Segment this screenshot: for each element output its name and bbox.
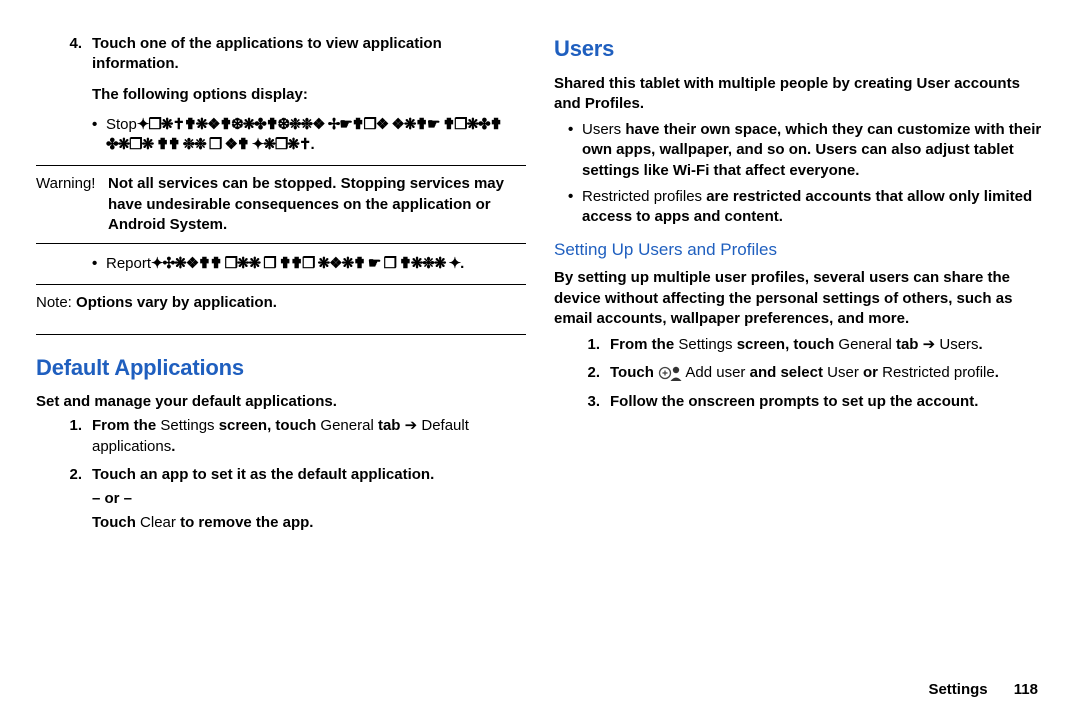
report-label: Report (106, 255, 151, 272)
body-text: Users (582, 121, 621, 138)
body-text: Touch (92, 514, 140, 531)
body-text: From the (610, 336, 678, 353)
left-column: 4. Touch one of the applications to view… (36, 34, 526, 700)
warning-label: Warning! (36, 174, 108, 235)
footer-page-number: 118 (1014, 681, 1038, 698)
garbled-text: ✦✣❋❖✟✟ ❒❋❋ ❒ ✟✟❒ ❋❖❋✟ ☛ ❒ ✟❋❉❋ ✦. (151, 255, 463, 272)
body-text: User (827, 364, 859, 381)
two-column-layout: 4. Touch one of the applications to view… (36, 34, 1044, 700)
bullet-icon: • (568, 120, 582, 181)
section-intro: Shared this tablet with multiple people … (554, 74, 1044, 115)
warning-body: Not all services can be stopped. Stoppin… (108, 174, 526, 235)
section-intro: By setting up multiple user profiles, se… (554, 268, 1044, 329)
body-text: Restricted profiles (582, 188, 702, 205)
list-number: 4. (56, 34, 92, 105)
page-footer: Settings 118 (928, 681, 1038, 698)
body-text: Settings (160, 417, 214, 434)
list-item: 1. From the Settings screen, touch Gener… (574, 335, 1044, 355)
list-number: 1. (574, 335, 610, 355)
body-text: have their own space, which they can cus… (582, 121, 1041, 179)
body-text: Add user (685, 364, 745, 381)
body-text: Follow the onscreen prompts to set up th… (610, 393, 978, 410)
section-intro: Set and manage your default applications… (36, 392, 526, 412)
note-line: Note: Options vary by application. (36, 293, 526, 313)
list-number: 2. (56, 465, 92, 534)
bullet-item: • Report✦✣❋❖✟✟ ❒❋❋ ❒ ✟✟❒ ❋❖❋✟ ☛ ❒ ✟❋❉❋ ✦… (36, 254, 526, 274)
bullet-icon: • (92, 115, 106, 156)
body-text: Restricted profile (882, 364, 995, 381)
body-text: screen, touch (733, 336, 839, 353)
bullet-item: • Restricted profiles are restricted acc… (554, 187, 1044, 228)
body-text: Settings (678, 336, 732, 353)
bullet-icon: • (568, 187, 582, 228)
right-column: Users Shared this tablet with multiple p… (554, 34, 1044, 700)
body-text: Touch one of the applications to view ap… (92, 35, 442, 72)
heading-default-applications: Default Applications (36, 353, 526, 383)
garbled-text: ✦❒❋✝✟❋❖✟❆❋✤✟❆❉❉❖ ✢☛✟❒❖ ❖❋✟☛ ✟❒❋✤✟ ✤❋❒❋ ✟… (106, 116, 501, 153)
bullet-icon: • (92, 254, 106, 274)
list-item: 4. Touch one of the applications to view… (56, 34, 526, 105)
divider (36, 334, 526, 335)
divider (36, 284, 526, 285)
body-text: General (320, 417, 373, 434)
list-number: 2. (574, 363, 610, 383)
footer-section: Settings (928, 681, 987, 698)
body-text: or (859, 364, 882, 381)
note-body: Options vary by application. (76, 294, 277, 311)
body-text: The following options display: (92, 85, 526, 105)
add-user-icon (658, 364, 682, 380)
list-number: 3. (574, 392, 610, 412)
heading-users: Users (554, 34, 1044, 64)
stop-label: Stop (106, 116, 137, 133)
note-label: Note: (36, 294, 72, 311)
body-text: to remove the app. (176, 514, 314, 531)
body-text: tab (374, 417, 401, 434)
body-text: Touch (610, 364, 658, 381)
divider (36, 243, 526, 244)
body-text: screen, touch (215, 417, 321, 434)
body-text: General (838, 336, 891, 353)
bullet-item: • Users have their own space, which they… (554, 120, 1044, 181)
body-text: Touch an app to set it as the default ap… (92, 465, 526, 485)
warning-block: Warning! Not all services can be stopped… (36, 174, 526, 235)
bullet-item: • Stop✦❒❋✝✟❋❖✟❆❋✤✟❆❉❉❖ ✢☛✟❒❖ ❖❋✟☛ ✟❒❋✤✟ … (36, 115, 526, 156)
list-number: 1. (56, 416, 92, 457)
body-text: – or – (92, 489, 526, 509)
body-text: Clear (140, 514, 176, 531)
list-item: 3. Follow the onscreen prompts to set up… (574, 392, 1044, 412)
body-text: From the (92, 417, 160, 434)
body-text: Users (939, 336, 978, 353)
divider (36, 165, 526, 166)
manual-page: 4. Touch one of the applications to view… (0, 0, 1080, 720)
body-text: and select (745, 364, 827, 381)
body-text: tab (892, 336, 919, 353)
list-item: 1. From the Settings screen, touch Gener… (56, 416, 526, 457)
list-item: 2. Touch an app to set it as the default… (56, 465, 526, 534)
subheading-setting-up: Setting Up Users and Profiles (554, 239, 1044, 262)
list-item: 2. Touch Add user and select User or Res… (574, 363, 1044, 383)
